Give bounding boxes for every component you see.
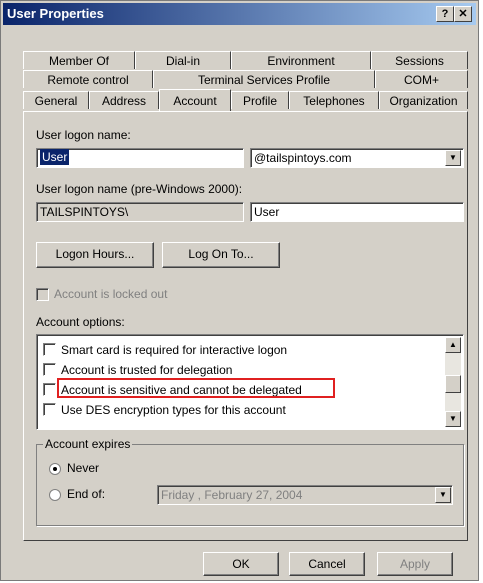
end-of-date-value: Friday , February 27, 2004 — [161, 488, 303, 502]
tab-dial-in[interactable]: Dial-in — [135, 51, 231, 69]
locked-out-checkbox[interactable] — [36, 288, 49, 301]
logon-name-input[interactable]: User — [36, 148, 244, 168]
tab-telephones[interactable]: Telephones — [289, 91, 379, 109]
pre2000-domain-field: TAILSPINTOYS\ — [36, 202, 244, 222]
account-options-label: Account options: — [36, 315, 125, 329]
option-label: Smart card is required for interactive l… — [61, 343, 288, 357]
tab-account[interactable]: Account — [159, 89, 231, 111]
tab-address[interactable]: Address — [89, 91, 159, 109]
end-of-radio[interactable] — [49, 489, 61, 501]
account-expires-label: Account expires — [43, 437, 133, 451]
tab-com-plus[interactable]: COM+ — [375, 70, 468, 88]
locked-out-label: Account is locked out — [54, 287, 168, 301]
tab-organization[interactable]: Organization — [379, 91, 468, 109]
highlight-box — [57, 378, 335, 398]
user-properties-window: User Properties ? ✕ Member Of Dial-in En… — [0, 0, 479, 581]
tab-profile[interactable]: Profile — [231, 91, 289, 109]
never-radio[interactable] — [49, 463, 61, 475]
option-label: Account is trusted for delegation — [61, 363, 233, 377]
cancel-button[interactable]: Cancel — [289, 552, 365, 576]
scroll-thumb[interactable] — [445, 375, 461, 393]
log-on-to-button[interactable]: Log On To... — [162, 242, 280, 268]
never-label: Never — [67, 461, 100, 475]
account-tab-panel: User logon name: User @tailspintoys.com … — [23, 111, 468, 541]
close-button[interactable]: ✕ — [454, 6, 472, 22]
tab-terminal-services-profile[interactable]: Terminal Services Profile — [153, 70, 375, 88]
tab-sessions[interactable]: Sessions — [371, 51, 468, 69]
apply-button[interactable]: Apply — [377, 552, 453, 576]
date-dropdown-button[interactable]: ▼ — [435, 487, 451, 503]
help-button[interactable]: ? — [436, 6, 454, 22]
scroll-up-button[interactable]: ▲ — [445, 337, 461, 353]
options-scrollbar[interactable]: ▲ ▼ — [445, 337, 461, 427]
domain-dropdown-button[interactable]: ▼ — [445, 150, 461, 166]
domain-value: @tailspintoys.com — [254, 151, 352, 165]
option-checkbox[interactable] — [43, 363, 56, 376]
tab-general[interactable]: General — [23, 91, 89, 109]
tab-environment[interactable]: Environment — [231, 51, 371, 69]
end-of-date-picker[interactable]: Friday , February 27, 2004 — [157, 485, 453, 505]
tab-member-of[interactable]: Member Of — [23, 51, 135, 69]
option-checkbox[interactable] — [43, 383, 56, 396]
title-bar: User Properties ? ✕ — [3, 3, 476, 25]
account-expires-group: Account expires Never End of: Friday , F… — [36, 437, 464, 526]
pre2000-label: User logon name (pre-Windows 2000): — [36, 182, 243, 196]
option-checkbox[interactable] — [43, 403, 56, 416]
logon-name-label: User logon name: — [36, 128, 131, 142]
logon-hours-button[interactable]: Logon Hours... — [36, 242, 154, 268]
option-checkbox[interactable] — [43, 343, 56, 356]
account-options-list[interactable]: Smart card is required for interactive l… — [36, 334, 464, 430]
end-of-label: End of: — [67, 487, 106, 501]
tab-remote-control[interactable]: Remote control — [23, 70, 153, 88]
scroll-down-button[interactable]: ▼ — [445, 411, 461, 427]
pre2000-user-input[interactable]: User — [250, 202, 464, 222]
option-label: Use DES encryption types for this accoun… — [61, 403, 286, 417]
ok-button[interactable]: OK — [203, 552, 279, 576]
logon-name-value: User — [40, 149, 70, 165]
domain-select[interactable]: @tailspintoys.com — [250, 148, 464, 168]
window-title: User Properties — [7, 6, 104, 21]
